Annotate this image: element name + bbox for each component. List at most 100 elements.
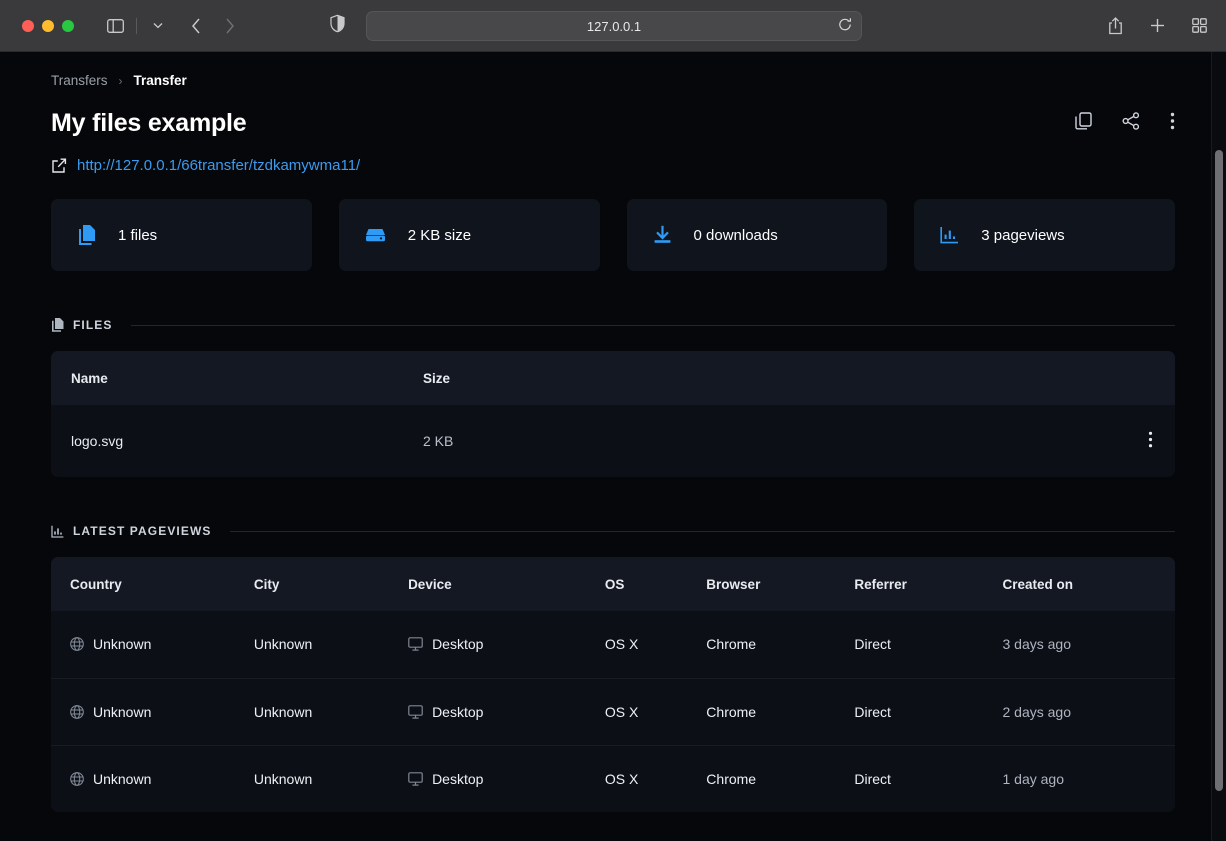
breadcrumb: Transfers › Transfer — [51, 52, 1175, 88]
breadcrumb-current: Transfer — [134, 73, 187, 88]
files-section-title: FILES — [73, 318, 113, 332]
transfer-url-link[interactable]: http://127.0.0.1/66transfer/tzdkamywma11… — [77, 157, 360, 174]
files-column-size: Size — [423, 351, 1063, 405]
maximize-window-button[interactable] — [62, 20, 74, 32]
pageviews-table-header-row: Country City Device OS Browser Referrer … — [51, 557, 1175, 611]
forward-button[interactable] — [215, 12, 245, 40]
table-row[interactable]: Unknown Unknown — [51, 745, 1175, 812]
more-options-button[interactable] — [1170, 112, 1175, 135]
stat-label-downloads: 0 downloads — [694, 227, 778, 244]
table-row[interactable]: Unknown Unknown — [51, 611, 1175, 678]
window-traffic-lights — [22, 20, 74, 32]
reload-icon[interactable] — [838, 18, 852, 35]
pv-column-device: Device — [408, 557, 605, 611]
pv-column-referrer: Referrer — [854, 557, 1002, 611]
pv-referrer-value: Direct — [854, 678, 1002, 745]
minimize-window-button[interactable] — [42, 20, 54, 32]
pv-column-browser: Browser — [706, 557, 854, 611]
section-divider — [230, 531, 1176, 532]
chart-bar-icon — [51, 525, 64, 538]
pv-os-value: OS X — [605, 745, 706, 812]
back-button[interactable] — [181, 12, 211, 40]
stat-label-files: 1 files — [118, 227, 157, 244]
stat-card-files: 1 files — [51, 199, 312, 271]
external-link-icon — [51, 158, 67, 174]
globe-icon — [70, 705, 84, 719]
toolbar-divider — [136, 18, 137, 34]
page-header: My files example — [51, 109, 1175, 138]
stat-card-pageviews: 3 pageviews — [914, 199, 1175, 271]
close-window-button[interactable] — [22, 20, 34, 32]
table-row[interactable]: Unknown Unknown — [51, 678, 1175, 745]
pv-city-value: Unknown — [254, 678, 408, 745]
pv-browser-value: Chrome — [706, 745, 854, 812]
globe-icon — [70, 637, 84, 651]
monitor-icon — [408, 772, 423, 786]
pageviews-section-header: LATEST PAGEVIEWS — [51, 524, 1175, 538]
table-row[interactable]: logo.svg 2 KB — [51, 405, 1175, 477]
pv-country-value: Unknown — [93, 771, 151, 787]
pv-column-country: Country — [51, 557, 254, 611]
new-tab-button[interactable] — [1142, 12, 1172, 40]
pv-column-os: OS — [605, 557, 706, 611]
stat-label-pageviews: 3 pageviews — [981, 227, 1064, 244]
pageviews-table-body: Unknown Unknown — [51, 611, 1175, 812]
pv-referrer-value: Direct — [854, 745, 1002, 812]
pv-device-value: Desktop — [432, 704, 483, 720]
share-button[interactable] — [1122, 112, 1140, 135]
files-table-header-row: Name Size — [51, 351, 1175, 405]
privacy-shield-icon[interactable] — [330, 14, 345, 37]
address-bar[interactable]: 127.0.0.1 — [366, 11, 862, 41]
stat-card-downloads: 0 downloads — [627, 199, 888, 271]
pv-country-value: Unknown — [93, 704, 151, 720]
globe-icon — [70, 772, 84, 786]
copy-link-button[interactable] — [1075, 112, 1092, 135]
page-scrollbar[interactable] — [1211, 52, 1226, 841]
pv-device-value: Desktop — [432, 636, 483, 652]
pageviews-table: Country City Device OS Browser Referrer … — [51, 557, 1175, 812]
scrollbar-thumb[interactable] — [1215, 150, 1223, 791]
share-toolbar-button[interactable] — [1100, 12, 1130, 40]
pv-os-value: OS X — [605, 611, 706, 678]
pv-created-on-value: 2 days ago — [1002, 678, 1175, 745]
pv-country-value: Unknown — [93, 636, 151, 652]
stats-row: 1 files 2 KB size — [51, 199, 1175, 271]
file-size-cell: 2 KB — [423, 405, 1063, 477]
sidebar-dropdown-button[interactable] — [143, 12, 173, 40]
files-icon — [51, 318, 64, 332]
pv-referrer-value: Direct — [854, 611, 1002, 678]
pv-column-city: City — [254, 557, 408, 611]
stat-card-size: 2 KB size — [339, 199, 600, 271]
files-icon — [77, 225, 96, 246]
pv-browser-value: Chrome — [706, 678, 854, 745]
files-section-header: FILES — [51, 318, 1175, 332]
page-viewport: Transfers › Transfer My files example — [0, 52, 1226, 841]
sidebar-toggle-button[interactable] — [100, 12, 130, 40]
monitor-icon — [408, 637, 423, 651]
files-column-name: Name — [51, 351, 423, 405]
files-table: Name Size logo.svg 2 KB — [51, 351, 1175, 477]
pv-browser-value: Chrome — [706, 611, 854, 678]
address-bar-text: 127.0.0.1 — [587, 19, 641, 34]
page-title: My files example — [51, 109, 247, 138]
files-table-card: Name Size logo.svg 2 KB — [51, 351, 1175, 477]
pv-os-value: OS X — [605, 678, 706, 745]
pageviews-section-title: LATEST PAGEVIEWS — [73, 524, 212, 538]
pv-column-created-on: Created on — [1002, 557, 1175, 611]
breadcrumb-separator-icon: › — [119, 74, 123, 88]
breadcrumb-transfers-link[interactable]: Transfers — [51, 73, 108, 88]
pv-device-value: Desktop — [432, 771, 483, 787]
pv-created-on-value: 3 days ago — [1002, 611, 1175, 678]
tab-overview-button[interactable] — [1184, 12, 1214, 40]
chart-bar-icon — [940, 226, 959, 244]
file-row-menu-button[interactable] — [1063, 405, 1175, 477]
file-name-cell: logo.svg — [51, 405, 423, 477]
pv-created-on-value: 1 day ago — [1002, 745, 1175, 812]
pageviews-table-card: Country City Device OS Browser Referrer … — [51, 557, 1175, 812]
pv-city-value: Unknown — [254, 611, 408, 678]
browser-toolbar: 127.0.0.1 — [0, 0, 1226, 52]
database-icon — [365, 227, 386, 243]
pv-city-value: Unknown — [254, 745, 408, 812]
download-icon — [653, 225, 672, 245]
monitor-icon — [408, 705, 423, 719]
